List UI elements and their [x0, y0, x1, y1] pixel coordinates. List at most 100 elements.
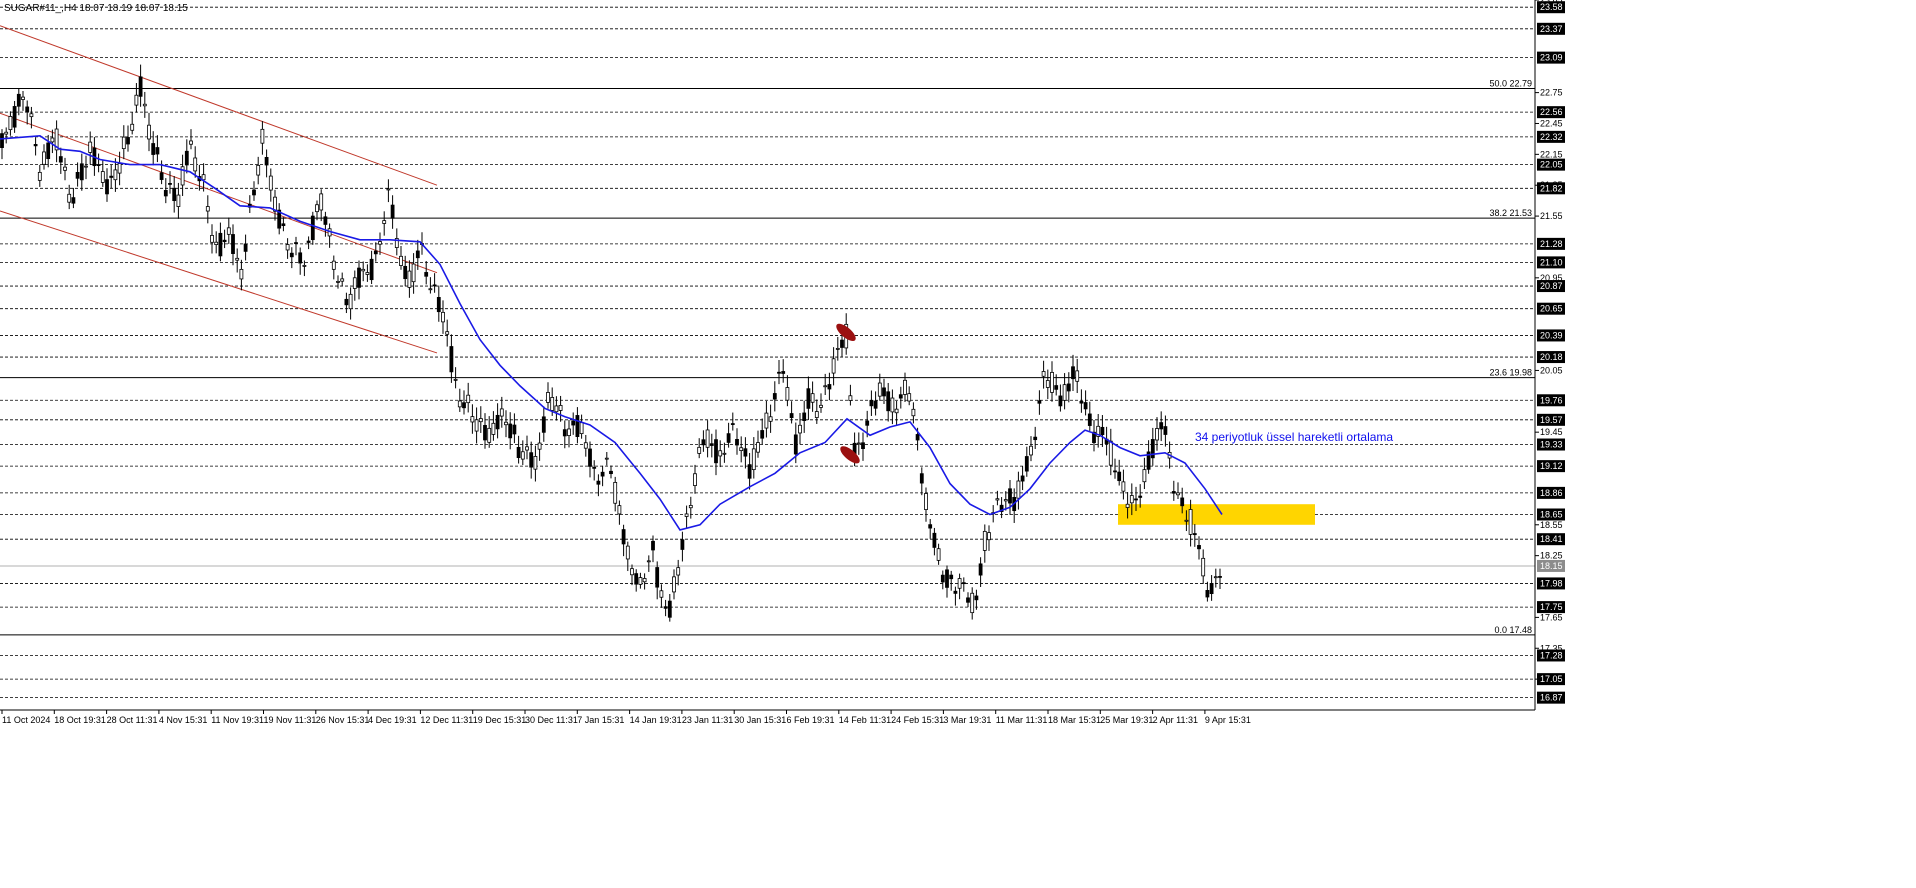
- candle-body: [298, 252, 303, 264]
- candle-body: [928, 524, 933, 529]
- candle-body: [890, 397, 895, 413]
- candle-body: [285, 244, 290, 251]
- candle-body: [911, 408, 916, 417]
- candle-body: [634, 573, 639, 585]
- x-tick-label: 18 Oct 19:31: [54, 715, 106, 725]
- x-tick-label: 19 Nov 11:31: [264, 715, 317, 725]
- candle-body: [932, 532, 937, 548]
- candle-body: [596, 480, 601, 485]
- candle-body: [432, 284, 437, 287]
- candle-body: [1058, 395, 1063, 407]
- candle-body: [579, 422, 584, 435]
- candle-body: [982, 530, 987, 551]
- candle-body: [1155, 428, 1159, 441]
- candle-body: [256, 164, 261, 176]
- candle-body: [525, 446, 529, 451]
- candle-body: [693, 473, 697, 486]
- candle-body: [340, 278, 345, 282]
- y-tick-label: 22.75: [1540, 88, 1563, 98]
- y-tick-label: 22.15: [1540, 149, 1563, 159]
- candle-body: [8, 116, 13, 131]
- candle-body: [100, 171, 105, 183]
- x-tick-label: 11 Mar 11:31: [996, 715, 1048, 725]
- candle-body: [995, 498, 1000, 501]
- candle-body: [646, 560, 651, 563]
- x-tick-label: 24 Feb 15:31: [891, 715, 944, 725]
- x-tick-label: 30 Jan 15:31: [734, 715, 786, 725]
- y-tick-label: 18.25: [1540, 551, 1563, 561]
- candle-body: [1024, 456, 1029, 472]
- candle-body: [751, 448, 756, 471]
- candle-body: [310, 215, 315, 241]
- candle-body: [1125, 503, 1130, 508]
- candle-body: [987, 532, 991, 541]
- candle-body: [516, 446, 521, 459]
- candle-body: [1037, 400, 1042, 404]
- candle-body: [0, 133, 4, 148]
- candle-body: [445, 331, 450, 335]
- candle-body: [655, 567, 660, 588]
- candle-body: [109, 175, 114, 178]
- candle-body: [1100, 426, 1105, 436]
- candle-body: [457, 400, 462, 408]
- candle-body: [222, 239, 227, 243]
- candle-body: [33, 144, 38, 147]
- candle-body: [604, 457, 609, 460]
- candle-body: [323, 216, 328, 225]
- x-tick-label: 14 Jan 19:31: [630, 715, 682, 725]
- candle-body: [856, 442, 861, 445]
- candle-body: [1213, 576, 1218, 579]
- candle-body: [117, 163, 122, 174]
- candle-body: [205, 206, 210, 212]
- candle-body: [1083, 402, 1088, 410]
- candle-body: [1201, 557, 1206, 577]
- y-tick-label: 18.55: [1540, 520, 1563, 530]
- candle-body: [138, 76, 143, 97]
- candle-body: [67, 193, 72, 203]
- candle: [310, 211, 315, 245]
- candle-body: [134, 94, 139, 106]
- candle-body: [361, 268, 366, 272]
- y-tick-label: 20.05: [1540, 365, 1563, 375]
- candle-body: [819, 404, 823, 408]
- candle-body: [705, 429, 710, 448]
- candle-body: [550, 397, 555, 411]
- candle-body: [924, 493, 928, 510]
- candle-body: [831, 358, 836, 374]
- candle-body: [1008, 488, 1012, 504]
- candle-body: [512, 424, 517, 435]
- y-price-badge-label: 18.65: [1540, 509, 1563, 519]
- candle-body: [1041, 371, 1046, 377]
- candle-body: [835, 347, 840, 350]
- candle-body: [252, 189, 256, 196]
- candle-body: [726, 433, 731, 443]
- candle-body: [151, 143, 156, 155]
- candle-body: [520, 451, 525, 460]
- candle-body: [588, 448, 592, 467]
- candle-body: [147, 124, 151, 140]
- candle-body: [676, 567, 681, 576]
- candle-body: [1192, 533, 1197, 536]
- candle-body: [688, 505, 693, 509]
- candle-body: [1117, 471, 1122, 482]
- candle-body: [4, 131, 9, 135]
- candle-body: [558, 405, 563, 411]
- candle-body: [814, 411, 819, 418]
- y-price-badge-label: 17.05: [1540, 674, 1563, 684]
- candle-body: [609, 470, 613, 475]
- candle-body: [428, 288, 433, 291]
- y-price-badge-label: 19.12: [1540, 461, 1563, 471]
- price-chart[interactable]: 50.0 22.7938.2 21.5323.6 19.980.0 17.48 …: [0, 0, 1916, 888]
- y-price-badge-label: 20.39: [1540, 330, 1563, 340]
- x-tick-label: 4 Nov 15:31: [159, 715, 208, 725]
- candle-body: [680, 539, 685, 550]
- candle-body: [806, 388, 811, 409]
- candle-body: [411, 263, 416, 283]
- x-tick-label: 11 Oct 2024: [2, 715, 50, 725]
- candle-body: [403, 265, 408, 280]
- candle-body: [226, 227, 231, 235]
- candle-body: [348, 293, 353, 310]
- candle-body: [747, 464, 752, 479]
- candle-body: [613, 481, 618, 504]
- candle-body: [474, 419, 479, 432]
